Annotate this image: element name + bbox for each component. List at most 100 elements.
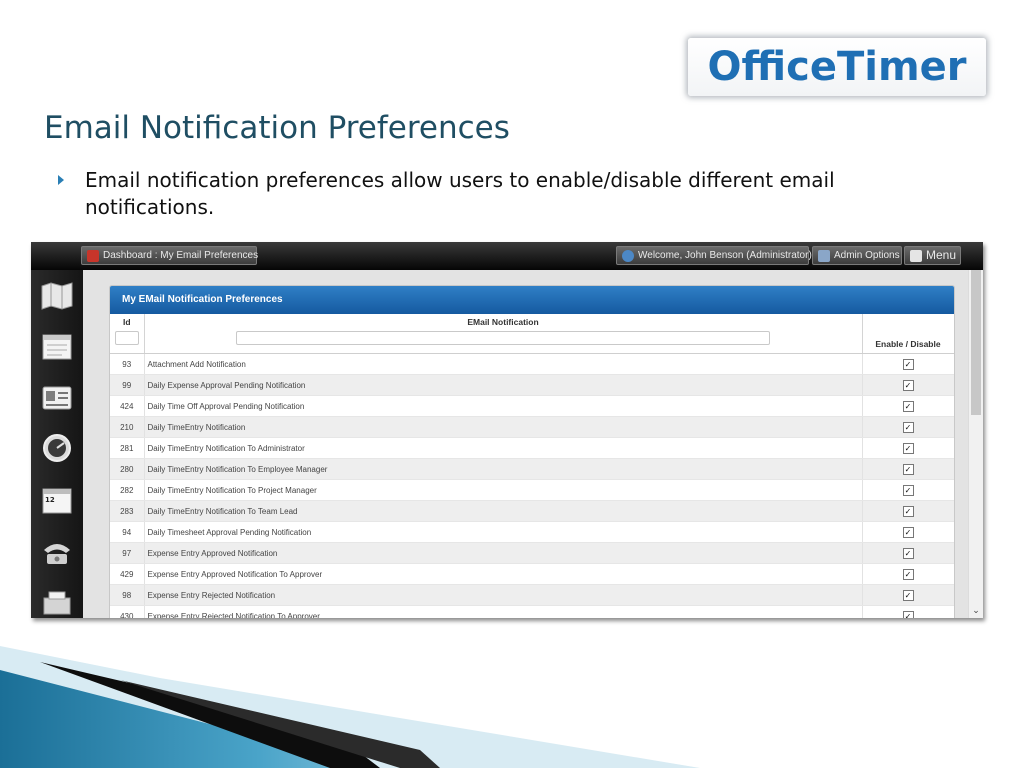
- row-notification-name: Expense Entry Approved Notification To A…: [144, 563, 863, 585]
- row-notification-name: Daily TimeEntry Notification To Administ…: [144, 437, 863, 459]
- document-icon[interactable]: [40, 332, 74, 362]
- row-notification-name: Daily TimeEntry Notification To Team Lea…: [144, 500, 863, 522]
- enable-checkbox[interactable]: ✓: [902, 400, 914, 412]
- menu-button[interactable]: Menu: [904, 246, 961, 265]
- enable-checkbox[interactable]: ✓: [902, 463, 914, 475]
- table-row: 281 Daily TimeEntry Notification To Admin…: [110, 437, 954, 459]
- table-row: 282 Daily TimeEntry Notification To Proje…: [110, 479, 954, 501]
- welcome-button[interactable]: Welcome, John Benson (Administrator): [616, 246, 812, 265]
- row-notification-name: Expense Entry Rejected Notification To A…: [144, 605, 863, 618]
- panel-title: My EMail Notification Preferences: [110, 286, 954, 314]
- logo-text: OfficeTimer: [707, 44, 967, 90]
- phone-icon[interactable]: [40, 536, 74, 566]
- notification-filter-input[interactable]: [236, 331, 770, 345]
- column-header-notification: EMail Notification: [144, 314, 863, 354]
- column-header-enable: Enable / Disable: [862, 314, 954, 354]
- row-enable-cell: ✓: [862, 395, 954, 417]
- email-preferences-panel: My EMail Notification Preferences Id EMa…: [109, 285, 955, 618]
- user-icon: [622, 249, 634, 262]
- row-notification-name: Attachment Add Notification: [144, 353, 863, 375]
- table-row: 93 Attachment Add Notification ✓: [110, 353, 954, 375]
- row-id: 424: [110, 395, 145, 417]
- row-enable-cell: ✓: [862, 353, 954, 375]
- enable-checkbox[interactable]: ✓: [902, 484, 914, 496]
- enable-checkbox[interactable]: ✓: [902, 421, 914, 433]
- row-enable-cell: ✓: [862, 605, 954, 618]
- enable-checkbox[interactable]: ✓: [902, 610, 914, 618]
- menu-label: Menu: [926, 248, 957, 262]
- row-notification-name: Expense Entry Approved Notification: [144, 542, 863, 564]
- row-id: 94: [110, 521, 145, 543]
- row-id: 282: [110, 479, 145, 501]
- row-id: 99: [110, 374, 145, 396]
- bullet-item: Email notification preferences allow use…: [58, 167, 938, 221]
- footer-decoration: [0, 646, 700, 768]
- contact-card-icon[interactable]: [40, 383, 74, 413]
- row-enable-cell: ✓: [862, 500, 954, 522]
- enable-checkbox[interactable]: ✓: [902, 379, 914, 391]
- table-row: 430 Expense Entry Rejected Notification T…: [110, 605, 954, 618]
- table-row: 210 Daily TimeEntry Notification ✓: [110, 416, 954, 438]
- row-enable-cell: ✓: [862, 479, 954, 501]
- enable-checkbox[interactable]: ✓: [902, 358, 914, 370]
- enable-checkbox[interactable]: ✓: [902, 568, 914, 580]
- row-enable-cell: ✓: [862, 374, 954, 396]
- row-id: 93: [110, 353, 145, 375]
- enable-checkbox[interactable]: ✓: [902, 442, 914, 454]
- row-enable-cell: ✓: [862, 437, 954, 459]
- dashboard-icon: [87, 249, 99, 262]
- row-id: 210: [110, 416, 145, 438]
- row-enable-cell: ✓: [862, 584, 954, 606]
- row-id: 280: [110, 458, 145, 480]
- row-id: 430: [110, 605, 145, 618]
- menu-icon: [910, 249, 922, 262]
- notification-table: Id EMail Notification Enable / Disable 9…: [110, 314, 954, 618]
- row-enable-cell: ✓: [862, 563, 954, 585]
- calendar-icon[interactable]: 12: [40, 485, 74, 515]
- row-id: 429: [110, 563, 145, 585]
- id-filter-input[interactable]: [114, 331, 139, 345]
- enable-checkbox[interactable]: ✓: [902, 589, 914, 601]
- row-enable-cell: ✓: [862, 458, 954, 480]
- table-header-row: Id EMail Notification Enable / Disable: [110, 314, 954, 354]
- row-enable-cell: ✓: [862, 542, 954, 564]
- enable-checkbox[interactable]: ✓: [902, 505, 914, 517]
- row-id: 283: [110, 500, 145, 522]
- table-row: 94 Daily Timesheet Approval Pending Notif…: [110, 521, 954, 543]
- gauge-icon[interactable]: [40, 433, 74, 463]
- enable-checkbox[interactable]: ✓: [902, 547, 914, 559]
- row-notification-name: Expense Entry Rejected Notification: [144, 584, 863, 606]
- admin-options-button[interactable]: Admin Options: [812, 246, 902, 265]
- map-icon[interactable]: [40, 280, 74, 310]
- row-enable-cell: ✓: [862, 521, 954, 543]
- welcome-label: Welcome, John Benson (Administrator): [638, 250, 812, 261]
- scrollbar-thumb[interactable]: [971, 270, 981, 415]
- top-bar: Dashboard : My Email Preferences Welcome…: [31, 242, 983, 270]
- table-row: 97 Expense Entry Approved Notification ✓: [110, 542, 954, 564]
- scrollbar[interactable]: ⌄: [968, 270, 983, 618]
- table-row: 429 Expense Entry Approved Notification T…: [110, 563, 954, 585]
- table-row: 98 Expense Entry Rejected Notification ✓: [110, 584, 954, 606]
- bullet-text: Email notification preferences allow use…: [85, 168, 835, 219]
- row-notification-name: Daily TimeEntry Notification To Employee…: [144, 458, 863, 480]
- column-header-id-label: Id: [122, 317, 131, 327]
- enable-checkbox[interactable]: ✓: [902, 526, 914, 538]
- app-screenshot: Dashboard : My Email Preferences Welcome…: [31, 242, 983, 618]
- admin-options-label: Admin Options: [834, 250, 900, 261]
- row-notification-name: Daily Timesheet Approval Pending Notific…: [144, 521, 863, 543]
- row-id: 98: [110, 584, 145, 606]
- column-header-enable-label: Enable / Disable: [875, 339, 941, 349]
- left-navigation: 12: [31, 270, 83, 618]
- breadcrumb-button[interactable]: Dashboard : My Email Preferences: [81, 246, 258, 265]
- officetimer-logo: OfficeTimer: [688, 38, 986, 96]
- column-header-id: Id: [110, 314, 145, 354]
- row-notification-name: Daily TimeEntry Notification To Project …: [144, 479, 863, 501]
- bullet-arrow-icon: [58, 175, 64, 185]
- printer-icon[interactable]: [40, 588, 74, 618]
- scroll-down-arrow-icon[interactable]: ⌄: [971, 605, 981, 615]
- row-notification-name: Daily Expense Approval Pending Notificat…: [144, 374, 863, 396]
- table-row: 424 Daily Time Off Approval Pending Notif…: [110, 395, 954, 417]
- table-row: 99 Daily Expense Approval Pending Notific…: [110, 374, 954, 396]
- row-enable-cell: ✓: [862, 416, 954, 438]
- column-header-notification-label: EMail Notification: [467, 317, 539, 327]
